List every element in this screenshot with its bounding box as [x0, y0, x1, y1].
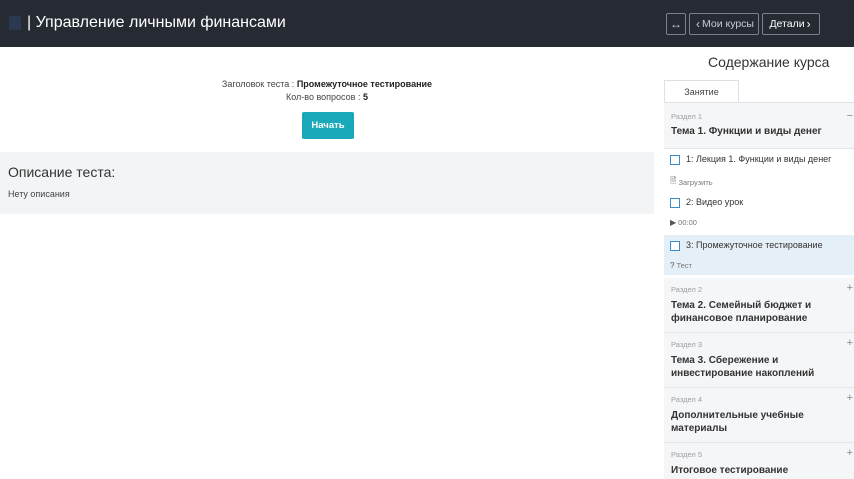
expand-icon[interactable]: + — [847, 337, 853, 349]
section-name: Тема 2. Семейный бюджет и финансовое пла… — [671, 300, 812, 324]
section-1[interactable]: Раздел 1 Тема 1. Функции и виды денег − — [664, 103, 854, 149]
course-title: | Управление личными финансами — [27, 14, 286, 31]
section-5[interactable]: Раздел 5 Итоговое тестирование + — [664, 443, 854, 479]
lesson-3[interactable]: 3: Промежуточное тестирование ? Тест — [664, 235, 854, 275]
lesson-1[interactable]: 1: Лекция 1. Функции и виды денег 🗎 Загру… — [664, 149, 854, 189]
question-icon: ? — [670, 261, 675, 270]
lesson-meta: ▶ 00:00 — [670, 218, 697, 227]
section-label: Раздел 1 — [671, 112, 703, 121]
lesson-meta[interactable]: 🗎 Загрузить — [670, 175, 713, 189]
expand-icon[interactable]: + — [847, 447, 853, 459]
details-button[interactable]: Детали › — [762, 13, 820, 35]
question-count-line: Кол-во вопросов : 5 — [286, 92, 368, 102]
logo — [9, 16, 21, 30]
section-2[interactable]: Раздел 2 Тема 2. Семейный бюджет и финан… — [664, 278, 854, 333]
play-icon: ▶ — [670, 218, 677, 227]
expand-icon[interactable]: + — [847, 282, 853, 294]
arrows-horizontal-icon: ↔ — [670, 17, 682, 31]
my-courses-button[interactable]: ‹ Мои курсы — [689, 13, 759, 35]
lesson-title: 3: Промежуточное тестирование — [686, 240, 823, 250]
start-button[interactable]: Начать — [302, 112, 354, 139]
expand-icon[interactable]: + — [847, 392, 853, 404]
test-title: Промежуточное тестирование — [296, 79, 433, 89]
section-4[interactable]: Раздел 4 Дополнительные учебные материал… — [664, 388, 854, 443]
lesson-title: 1: Лекция 1. Функции и виды денег — [686, 154, 832, 164]
description-heading: Описание теста: — [8, 164, 116, 180]
description-text: Нету описания — [8, 189, 70, 199]
document-icon: 🗎 — [670, 176, 677, 185]
section-label: Раздел 5 — [671, 450, 703, 459]
section-3[interactable]: Раздел 3 Тема 3. Сбережение и инвестиров… — [664, 333, 854, 388]
checkbox[interactable] — [670, 155, 680, 165]
tab-lesson[interactable]: Занятие — [664, 80, 739, 102]
section-name: Дополнительные учебные материалы — [671, 410, 804, 434]
lesson-meta: ? Тест — [670, 261, 692, 270]
description-panel: Описание теста: Нету описания — [0, 152, 654, 214]
checkbox[interactable] — [670, 198, 680, 208]
test-info: Заголовок теста : Промежуточное тестиров… — [0, 78, 654, 104]
question-count: 5 — [362, 92, 368, 102]
chevron-right-icon: › — [806, 17, 811, 31]
collapse-icon[interactable]: − — [847, 110, 853, 122]
sidebar-title: Содержание курса — [708, 54, 830, 70]
section-label: Раздел 2 — [671, 285, 703, 294]
checkbox[interactable] — [670, 241, 680, 251]
lesson-2[interactable]: 2: Видео урок ▶ 00:00 — [664, 192, 854, 232]
section-label: Раздел 3 — [671, 340, 703, 349]
lesson-title: 2: Видео урок — [686, 197, 744, 207]
top-bar: | Управление личными финансами ↔ ‹ Мои к… — [0, 0, 854, 47]
section-name: Тема 3. Сбережение и инвестирование нако… — [671, 355, 815, 379]
chevron-left-icon: ‹ — [696, 17, 701, 31]
expand-button[interactable]: ↔ — [666, 13, 686, 35]
section-name: Итоговое тестирование — [671, 465, 789, 476]
section-label: Раздел 4 — [671, 395, 703, 404]
test-title-line: Заголовок теста : Промежуточное тестиров… — [221, 79, 433, 89]
section-name: Тема 1. Функции и виды денег — [671, 126, 822, 137]
